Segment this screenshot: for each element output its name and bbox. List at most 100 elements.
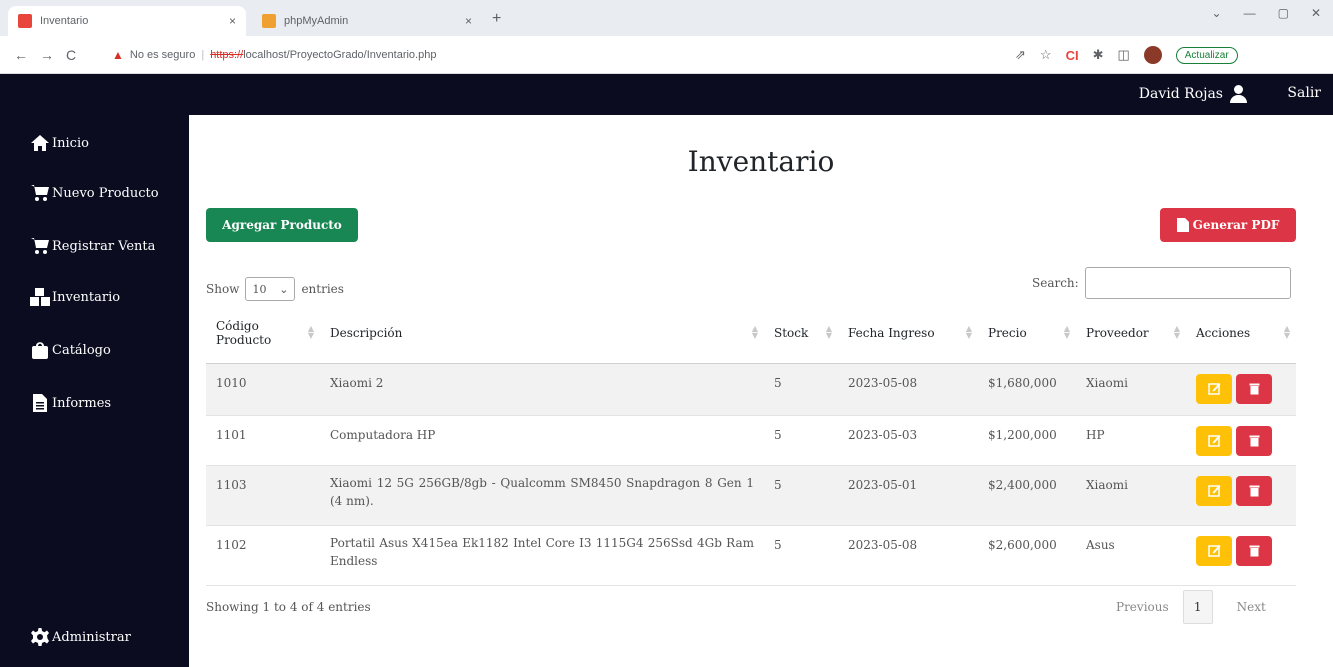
sidebar-item-nuevo-producto[interactable]: Nuevo Producto: [30, 183, 159, 203]
table-row: 1103 Xiaomi 12 5G 256GB/8gb - Qualcomm S…: [206, 465, 1296, 526]
cell-proveedor: Asus: [1076, 525, 1186, 586]
table-row: 1010 Xiaomi 2 5 2023-05-08 $1,680,000 Xi…: [206, 363, 1296, 416]
entries-select[interactable]: 10 ⌄: [245, 277, 296, 301]
file-icon: [33, 394, 47, 412]
table-row: 1101 Computadora HP 5 2023-05-03 $1,200,…: [206, 415, 1296, 466]
entries-length-control: Show 10 ⌄ entries: [206, 277, 344, 301]
cell-acciones: [1186, 363, 1296, 416]
delete-button[interactable]: [1236, 425, 1272, 456]
sort-icon: ▲ ▼: [1063, 324, 1070, 340]
tab-label: Inventario: [40, 15, 89, 27]
sidebar-item-registrar-venta[interactable]: Registrar Venta: [30, 236, 155, 256]
column-header-precio[interactable]: Precio ▲ ▼: [978, 303, 1076, 364]
page-1-button[interactable]: 1: [1182, 590, 1213, 624]
table-search: Search:: [1032, 267, 1291, 299]
inventory-table: Código Producto ▲ ▼ Descripción ▲ ▼ Stock ▲ ▼ …: [206, 303, 1296, 586]
column-header-stock[interactable]: Stock ▲ ▼: [764, 303, 838, 364]
share-icon[interactable]: ⇗: [1015, 47, 1026, 63]
url-path: /ProyectoGrado/Inventario.php: [286, 49, 437, 61]
delete-button[interactable]: [1236, 475, 1272, 506]
generate-pdf-label: Generar PDF: [1192, 218, 1280, 232]
column-header-fecha[interactable]: Fecha Ingreso ▲ ▼: [838, 303, 978, 364]
delete-button[interactable]: [1236, 373, 1272, 404]
cell-fecha: 2023-05-03: [838, 415, 978, 466]
puzzle-icon[interactable]: ✱: [1093, 47, 1104, 63]
edit-button[interactable]: [1196, 535, 1232, 566]
page-title: Inventario: [687, 145, 835, 178]
search-label: Search:: [1032, 276, 1079, 290]
cell-fecha: 2023-05-08: [838, 363, 978, 416]
restore-icon[interactable]: ▢: [1278, 6, 1289, 20]
trash-icon: [1249, 545, 1259, 557]
close-tab-icon[interactable]: ×: [229, 14, 236, 28]
sidebar-item-inicio[interactable]: Inicio: [30, 133, 89, 153]
generate-pdf-button[interactable]: Generar PDF: [1160, 208, 1296, 242]
url-field[interactable]: ▲ No es seguro | https:// localhost /Pro…: [112, 42, 992, 68]
forward-icon[interactable]: →: [40, 47, 54, 63]
browser-tab-phpmyadmin[interactable]: phpMyAdmin ×: [252, 6, 482, 36]
cell-descripcion: Computadora HP: [320, 415, 764, 466]
star-icon[interactable]: ☆: [1040, 47, 1052, 63]
logout-link[interactable]: Salir: [1287, 85, 1321, 101]
column-header-codigo[interactable]: Código Producto ▲ ▼: [206, 303, 320, 364]
sidebar-item-administrar[interactable]: Administrar: [30, 627, 131, 647]
next-page-button[interactable]: Next: [1213, 600, 1280, 614]
column-header-proveedor[interactable]: Proveedor ▲ ▼: [1076, 303, 1186, 364]
address-bar-row: ← → C ▲ No es seguro | https:// localhos…: [0, 36, 1333, 74]
browser-toolbar-icons: ⇗ ☆ CI ✱ ◫ Actualizar: [1015, 46, 1238, 64]
column-header-descripcion[interactable]: Descripción ▲ ▼: [320, 303, 764, 364]
sidebar-item-catalogo[interactable]: Catálogo: [30, 340, 111, 360]
cart-plus-icon: [31, 185, 49, 201]
edit-button[interactable]: [1196, 475, 1232, 506]
browser-tab-bar: Inventario × phpMyAdmin × + ⌄ — ▢ ✕: [0, 0, 1333, 36]
user-icon: [1229, 85, 1247, 103]
extension-icon[interactable]: CI: [1066, 48, 1079, 63]
reload-icon[interactable]: C: [66, 47, 76, 63]
sidebar-item-inventario[interactable]: Inventario: [30, 287, 120, 307]
sidepanel-icon[interactable]: ◫: [1117, 47, 1129, 63]
main-content: Inventario Agregar Producto Generar PDF …: [189, 115, 1333, 667]
home-icon: [31, 135, 49, 151]
trash-icon: [1249, 485, 1259, 497]
previous-page-button[interactable]: Previous: [1102, 600, 1183, 614]
search-input[interactable]: [1084, 267, 1291, 299]
sidebar-item-label: Informes: [52, 395, 112, 411]
sort-icon: ▲ ▼: [751, 324, 758, 340]
cell-fecha: 2023-05-01: [838, 465, 978, 526]
close-window-icon[interactable]: ✕: [1311, 6, 1321, 20]
cell-precio: $2,400,000: [978, 465, 1076, 526]
table-info: Showing 1 to 4 of 4 entries: [206, 600, 371, 614]
cell-acciones: [1186, 465, 1296, 526]
update-button[interactable]: Actualizar: [1175, 46, 1238, 64]
edit-icon: [1207, 435, 1220, 447]
sidebar-item-label: Catálogo: [52, 342, 111, 358]
bag-icon: [32, 342, 48, 359]
back-icon[interactable]: ←: [14, 47, 28, 63]
cart-icon: [31, 238, 49, 254]
cell-stock: 5: [764, 363, 838, 416]
edit-icon: [1207, 545, 1220, 557]
close-tab-icon[interactable]: ×: [465, 14, 472, 28]
cell-codigo: 1103: [206, 465, 320, 526]
edit-icon: [1207, 383, 1220, 395]
cell-fecha: 2023-05-08: [838, 525, 978, 586]
profile-icon[interactable]: [1143, 46, 1162, 64]
tab-search-icon[interactable]: ⌄: [1212, 6, 1222, 20]
trash-icon: [1249, 435, 1259, 447]
sidebar-item-informes[interactable]: Informes: [30, 393, 111, 413]
edit-button[interactable]: [1196, 425, 1232, 456]
delete-button[interactable]: [1236, 535, 1272, 566]
minimize-icon[interactable]: —: [1244, 6, 1256, 20]
cell-codigo: 1102: [206, 525, 320, 586]
user-menu[interactable]: David Rojas: [1139, 85, 1247, 103]
boxes-icon: [30, 288, 50, 306]
column-header-acciones[interactable]: Acciones ▲ ▼: [1186, 303, 1296, 364]
browser-tab-inventario[interactable]: Inventario ×: [8, 6, 246, 36]
new-tab-button[interactable]: +: [492, 10, 501, 28]
app-header: David Rojas Salir: [0, 74, 1333, 115]
pdf-file-icon: [1176, 218, 1189, 232]
sidebar-item-label: Inventario: [52, 289, 121, 305]
edit-icon: [1207, 485, 1220, 497]
add-product-button[interactable]: Agregar Producto: [206, 208, 358, 242]
edit-button[interactable]: [1196, 373, 1232, 404]
